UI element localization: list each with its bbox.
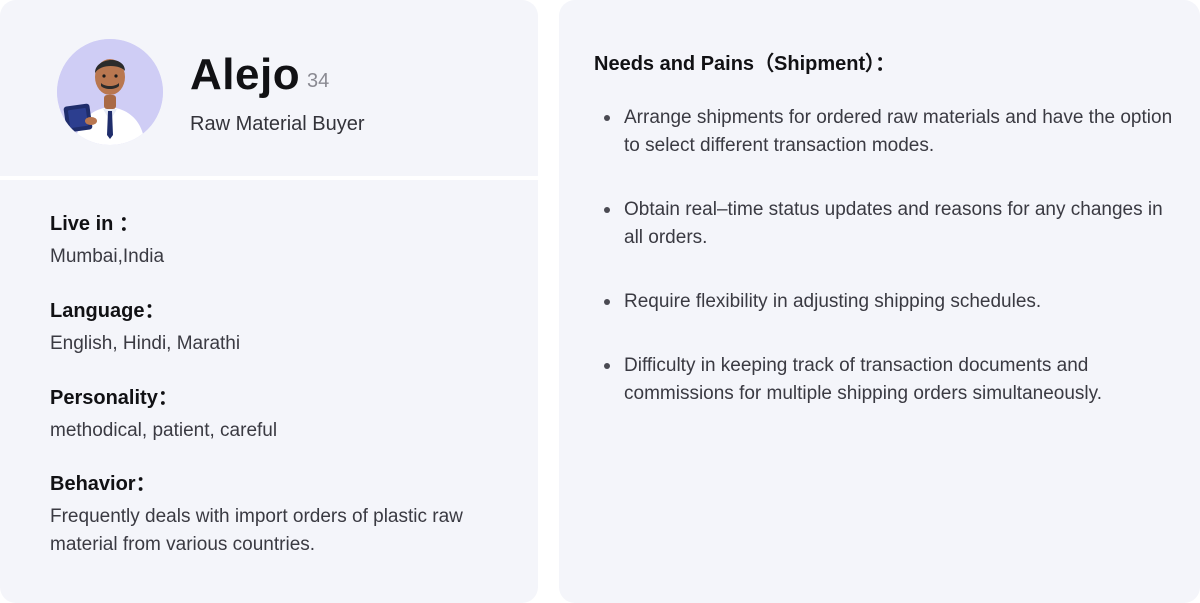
detail-label: Personality： bbox=[50, 387, 178, 409]
list-item: Difficulty in keeping track of transacti… bbox=[604, 352, 1174, 408]
detail-value: methodical, patient, careful bbox=[50, 420, 278, 441]
detail-value: Mumbai,India bbox=[50, 246, 165, 267]
detail-value: Frequently deals with import orders of p… bbox=[50, 506, 463, 555]
list-item-text: Arrange shipments for ordered raw materi… bbox=[624, 107, 1173, 156]
detail-live-in: Live in ： Mumbai,India bbox=[50, 211, 510, 271]
list-item: Obtain real–time status updates and reas… bbox=[604, 196, 1174, 252]
persona-header-card: Alejo 34 Raw Material Buyer bbox=[0, 0, 538, 176]
list-item-text: Difficulty in keeping track of transacti… bbox=[624, 355, 1103, 404]
persona-name: Alejo bbox=[190, 50, 301, 99]
needs-pains-title: Needs and Pains（Shipment）： bbox=[594, 53, 896, 75]
detail-personality: Personality： methodical, patient, carefu… bbox=[50, 385, 510, 445]
persona-age: 34 bbox=[307, 70, 330, 92]
needs-pains-list: Arrange shipments for ordered raw materi… bbox=[604, 104, 1174, 444]
bullet-dot-icon bbox=[604, 207, 610, 213]
list-item: Arrange shipments for ordered raw materi… bbox=[604, 104, 1174, 160]
bullet-dot-icon bbox=[604, 115, 610, 121]
list-item-text: Require flexibility in adjusting shippin… bbox=[624, 291, 1042, 312]
list-item-text: Obtain real–time status updates and reas… bbox=[624, 199, 1163, 248]
detail-language: Language： English, Hindi, Marathi bbox=[50, 298, 510, 358]
detail-label: Behavior： bbox=[50, 473, 156, 495]
person-with-clipboard-icon bbox=[57, 39, 163, 145]
persona-left-column: Alejo 34 Raw Material Buyer Live in ： Mu… bbox=[0, 0, 538, 603]
list-item: Require flexibility in adjusting shippin… bbox=[604, 288, 1174, 316]
detail-label: Live in ： bbox=[50, 213, 139, 235]
detail-value: English, Hindi, Marathi bbox=[50, 333, 241, 354]
avatar bbox=[57, 39, 163, 145]
persona-role: Raw Material Buyer bbox=[190, 113, 365, 135]
detail-behavior: Behavior： Frequently deals with import o… bbox=[50, 471, 500, 559]
detail-label: Language： bbox=[50, 300, 165, 322]
bullet-dot-icon bbox=[604, 299, 610, 305]
bullet-dot-icon bbox=[604, 363, 610, 369]
